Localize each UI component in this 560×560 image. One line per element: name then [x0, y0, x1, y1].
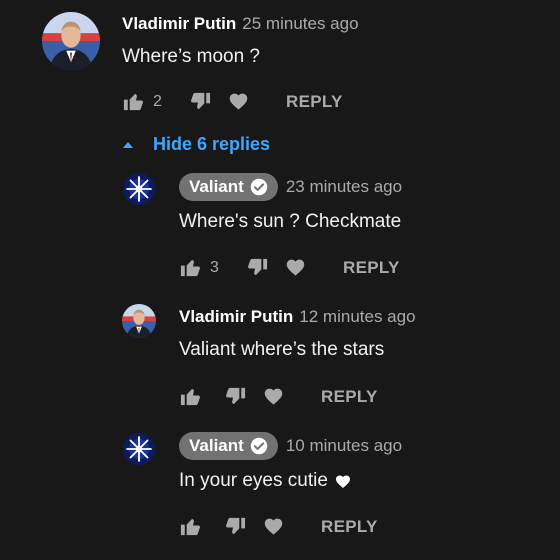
hide-replies-button[interactable]: Hide 6 replies: [121, 134, 270, 155]
dislike-icon[interactable]: [224, 515, 247, 538]
reply-header: Vladimir Putin 12 minutes ago: [179, 307, 416, 327]
comment-header: Vladimir Putin 25 minutes ago: [122, 14, 359, 34]
reply-button[interactable]: REPLY: [321, 517, 378, 537]
reply-button[interactable]: REPLY: [321, 387, 378, 407]
author-badge[interactable]: Valiant: [179, 173, 278, 201]
author-name[interactable]: Vladimir Putin: [122, 14, 236, 34]
like-icon[interactable]: [179, 385, 202, 408]
avatar[interactable]: [42, 12, 100, 70]
avatar[interactable]: [122, 432, 156, 466]
reply-actions: REPLY: [179, 385, 378, 408]
reply-button[interactable]: REPLY: [286, 92, 343, 112]
like-icon[interactable]: [179, 256, 202, 279]
heart-emoji-icon: [335, 475, 350, 488]
author-badge[interactable]: Valiant: [179, 432, 278, 460]
like-icon[interactable]: [179, 515, 202, 538]
like-count: 2: [153, 92, 162, 110]
verified-check-icon: [250, 178, 268, 196]
author-name[interactable]: Vladimir Putin: [179, 307, 293, 327]
heart-icon[interactable]: [228, 91, 249, 112]
reply-time[interactable]: 12 minutes ago: [299, 307, 415, 327]
reply-header: Valiant 23 minutes ago: [179, 173, 402, 201]
verified-check-icon: [250, 437, 268, 455]
hide-replies-label: Hide 6 replies: [153, 134, 271, 154]
caret-up-icon: [123, 141, 133, 148]
comment-text: Where’s moon ?: [122, 46, 260, 67]
reply-time[interactable]: 10 minutes ago: [286, 436, 402, 456]
avatar-image: [42, 12, 100, 70]
dislike-icon[interactable]: [189, 90, 212, 113]
dislike-icon[interactable]: [224, 385, 247, 408]
avatar[interactable]: [122, 172, 156, 206]
star-avatar-icon: [122, 172, 156, 206]
comment-time[interactable]: 25 minutes ago: [242, 14, 358, 34]
reply-header: Valiant 10 minutes ago: [179, 432, 402, 460]
like-count: 3: [210, 258, 219, 276]
reply-text: Where's sun ? Checkmate: [179, 211, 402, 232]
heart-icon[interactable]: [263, 386, 284, 407]
reply-text: Valiant where’s the stars: [179, 339, 385, 360]
reply-time[interactable]: 23 minutes ago: [286, 177, 402, 197]
like-icon[interactable]: [122, 90, 145, 113]
star-avatar-icon: [122, 432, 156, 466]
avatar[interactable]: [122, 304, 156, 338]
reply-text-row: In your eyes cutie: [179, 470, 352, 492]
reply-actions: REPLY: [179, 515, 378, 538]
author-name: Valiant: [189, 177, 244, 196]
reply-button[interactable]: REPLY: [343, 258, 400, 278]
avatar-image: [122, 304, 156, 338]
heart-icon[interactable]: [263, 516, 284, 537]
author-name: Valiant: [189, 436, 244, 455]
comment-actions: 2 REPLY: [122, 90, 343, 113]
reply-text: In your eyes cutie: [179, 470, 328, 491]
heart-icon[interactable]: [285, 257, 306, 278]
dislike-icon[interactable]: [246, 256, 269, 279]
reply-actions: 3 REPLY: [179, 256, 400, 279]
